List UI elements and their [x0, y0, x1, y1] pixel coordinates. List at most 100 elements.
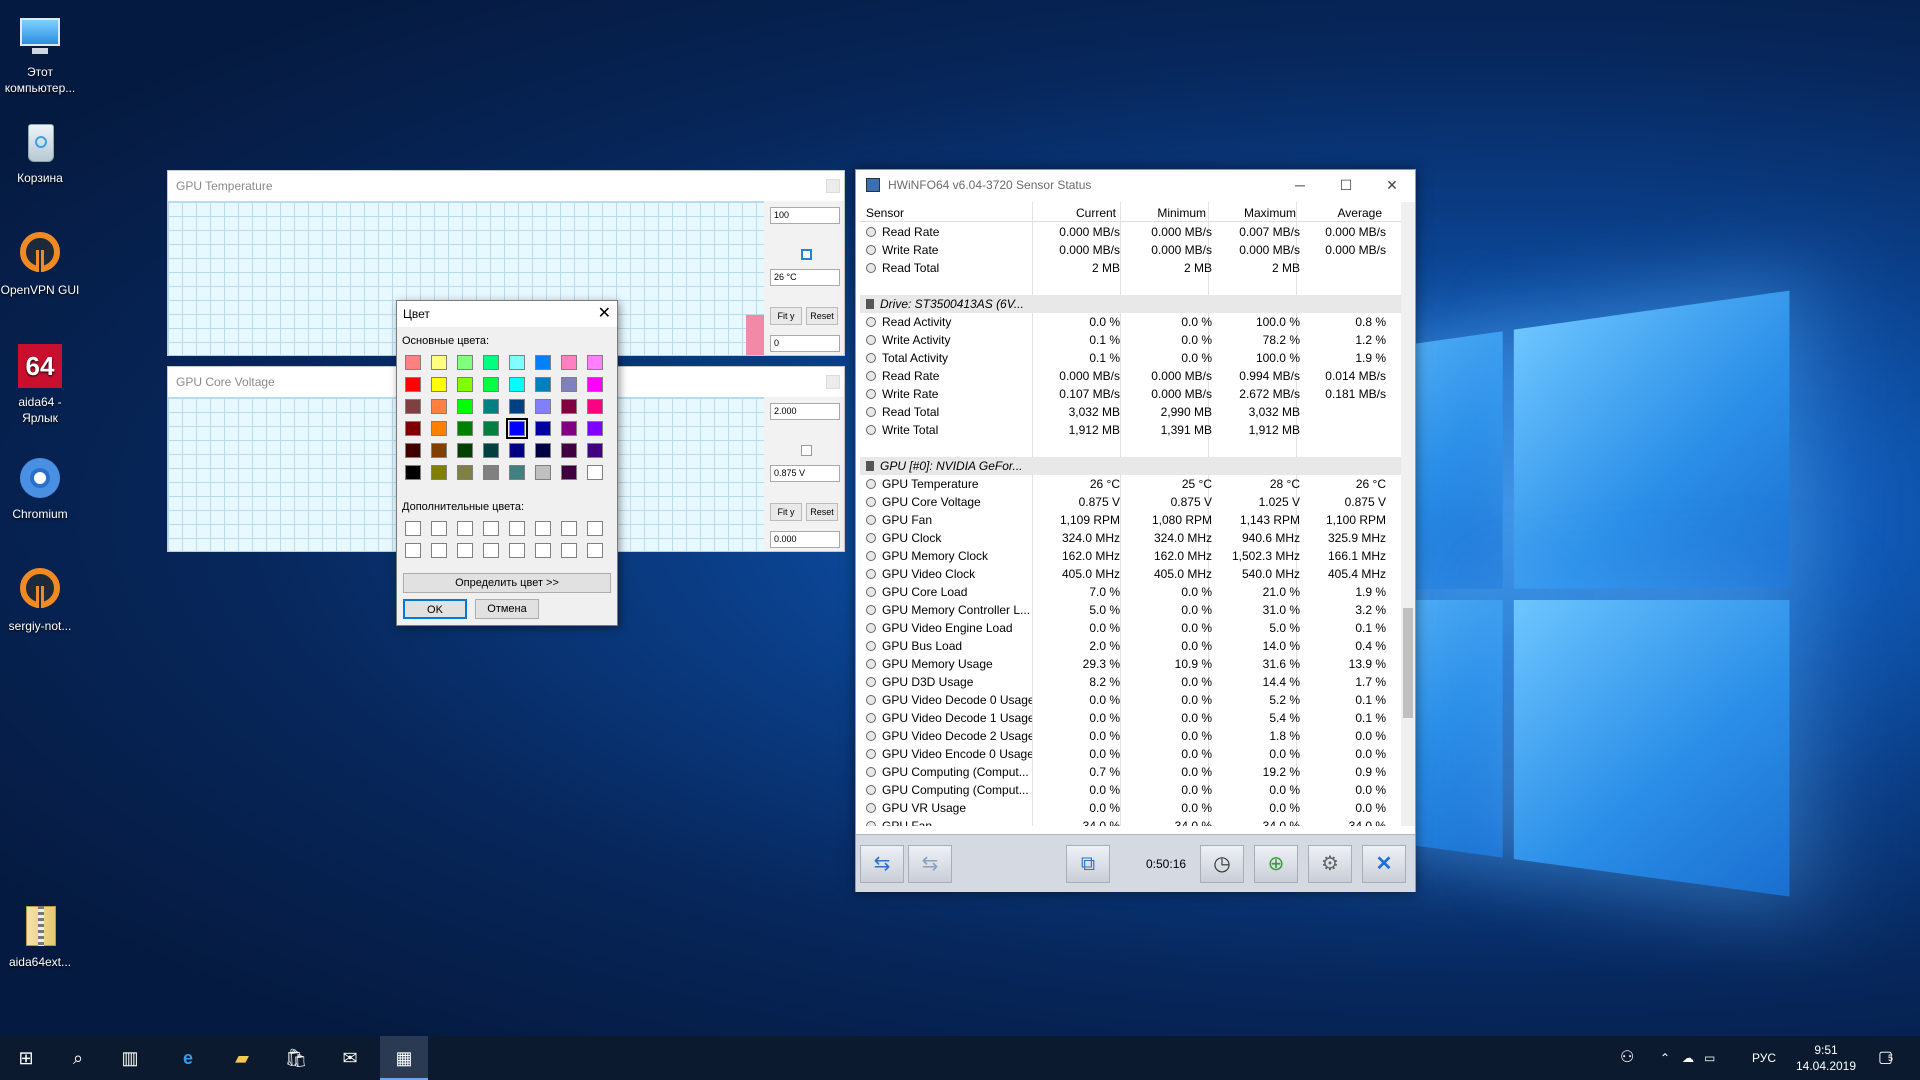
custom-color-swatch[interactable]: [535, 543, 551, 558]
color-swatch[interactable]: [561, 421, 577, 436]
log-file-button[interactable]: ⊕: [1254, 845, 1298, 883]
color-swatch[interactable]: [483, 355, 499, 370]
color-swatch[interactable]: [535, 465, 551, 480]
series-color-swatch[interactable]: [801, 445, 812, 456]
color-swatch[interactable]: [587, 421, 603, 436]
language-indicator[interactable]: РУС: [1752, 1036, 1776, 1080]
color-swatch[interactable]: [457, 377, 473, 392]
mail-button[interactable]: ✉: [326, 1036, 374, 1080]
notifications-button[interactable]: ▢ 5: [1878, 1036, 1893, 1080]
color-swatch[interactable]: [457, 355, 473, 370]
store-button[interactable]: 🛍: [272, 1036, 320, 1080]
color-swatch[interactable]: [483, 421, 499, 436]
settings-button[interactable]: ⚙: [1308, 845, 1352, 883]
color-swatch[interactable]: [431, 421, 447, 436]
sensor-row[interactable]: GPU Video Decode 2 Usage 0.0 % 0.0 % 1.8 % 0…: [860, 727, 1401, 745]
search-button[interactable]: ⌕: [54, 1036, 102, 1080]
custom-color-swatch[interactable]: [483, 521, 499, 536]
start-button[interactable]: ⊞: [2, 1036, 50, 1080]
sensor-row[interactable]: GPU Fan 34.0 % 34.0 % 34.0 % 34.0 %: [860, 817, 1401, 826]
sensor-row[interactable]: GPU VR Usage 0.0 % 0.0 % 0.0 % 0.0 %: [860, 799, 1401, 817]
task-view-button[interactable]: ▥: [106, 1036, 154, 1080]
close-icon[interactable]: [826, 179, 840, 193]
scrollbar-thumb[interactable]: [1403, 608, 1413, 718]
color-swatch[interactable]: [457, 443, 473, 458]
custom-color-swatch[interactable]: [535, 521, 551, 536]
color-swatch[interactable]: [457, 421, 473, 436]
clock-button[interactable]: ◷: [1200, 845, 1244, 883]
color-swatch[interactable]: [405, 443, 421, 458]
color-swatch[interactable]: [405, 377, 421, 392]
sensor-row[interactable]: GPU Bus Load 2.0 % 0.0 % 14.0 % 0.4 %: [860, 637, 1401, 655]
color-swatch[interactable]: [561, 355, 577, 370]
sensor-row[interactable]: Write Rate 0.000 MB/s 0.000 MB/s 0.000 MB/s…: [860, 241, 1401, 259]
color-swatch[interactable]: [535, 421, 551, 436]
color-swatch[interactable]: [431, 377, 447, 392]
color-swatch[interactable]: [509, 399, 525, 414]
sensor-row[interactable]: GPU Video Decode 0 Usage 0.0 % 0.0 % 5.2 % 0…: [860, 691, 1401, 709]
color-swatch[interactable]: [587, 465, 603, 480]
sensor-row[interactable]: Total Activity 0.1 % 0.0 % 100.0 % 1.9 %: [860, 349, 1401, 367]
sensor-row[interactable]: GPU Memory Controller L... 5.0 % 0.0 % 31.0…: [860, 601, 1401, 619]
desktop-icon-aida64[interactable]: 64 aida64 - Ярлык: [0, 336, 80, 426]
max-field[interactable]: 2.000: [770, 403, 840, 420]
sensor-row[interactable]: Read Rate 0.000 MB/s 0.000 MB/s 0.994 MB/s 0…: [860, 367, 1401, 385]
close-sensors-button[interactable]: ✕: [1362, 845, 1406, 883]
column-header-current[interactable]: Current: [1046, 206, 1116, 220]
minimize-button[interactable]: ─: [1277, 170, 1323, 200]
color-swatch[interactable]: [431, 465, 447, 480]
color-swatch[interactable]: [535, 355, 551, 370]
custom-color-swatch[interactable]: [561, 543, 577, 558]
sensor-row[interactable]: GPU Temperature 26 °C 25 °C 28 °C 26 °C: [860, 475, 1401, 493]
custom-color-swatch[interactable]: [561, 521, 577, 536]
sensor-row[interactable]: Read Activity 0.0 % 0.0 % 100.0 % 0.8 %: [860, 313, 1401, 331]
custom-color-swatch[interactable]: [405, 543, 421, 558]
color-swatch[interactable]: [561, 399, 577, 414]
color-swatch[interactable]: [535, 377, 551, 392]
color-swatch[interactable]: [509, 377, 525, 392]
sensor-row[interactable]: GPU Core Voltage 0.875 V 0.875 V 1.025 V 0.8…: [860, 493, 1401, 511]
color-swatch[interactable]: [405, 399, 421, 414]
custom-color-swatch[interactable]: [457, 521, 473, 536]
close-icon[interactable]: ✕: [598, 301, 611, 327]
color-swatch[interactable]: [587, 355, 603, 370]
color-swatch[interactable]: [509, 421, 525, 436]
min-field[interactable]: 0: [770, 335, 840, 352]
hwinfo-taskbar-button[interactable]: ▦: [380, 1036, 428, 1080]
sensor-row[interactable]: GPU Computing (Comput... 0.0 % 0.0 % 0.0 % 0…: [860, 781, 1401, 799]
arrows-button[interactable]: ⇆: [860, 845, 904, 883]
color-swatch[interactable]: [561, 377, 577, 392]
fit-y-button[interactable]: Fit y: [770, 307, 802, 325]
color-swatch[interactable]: [561, 443, 577, 458]
sensor-row[interactable]: GPU Memory Usage 29.3 % 10.9 % 31.6 % 13.9 %: [860, 655, 1401, 673]
column-header-minimum[interactable]: Minimum: [1136, 206, 1206, 220]
color-swatch[interactable]: [431, 443, 447, 458]
sensor-row[interactable]: Read Total 3,032 MB 2,990 MB 3,032 MB: [860, 403, 1401, 421]
edge-button[interactable]: e: [164, 1036, 212, 1080]
color-swatch[interactable]: [483, 377, 499, 392]
sensor-row[interactable]: Read Rate 0.000 MB/s 0.000 MB/s 0.007 MB/s 0…: [860, 223, 1401, 241]
sensor-row[interactable]: GPU Clock 324.0 MHz 324.0 MHz 940.6 MHz 325.…: [860, 529, 1401, 547]
arrows-disabled-button[interactable]: ⇆: [908, 845, 952, 883]
network-icon[interactable]: ▭: [1704, 1036, 1715, 1080]
max-field[interactable]: 100: [770, 207, 840, 224]
vertical-scrollbar[interactable]: [1401, 202, 1415, 826]
color-swatch[interactable]: [587, 377, 603, 392]
color-swatch[interactable]: [431, 399, 447, 414]
close-button[interactable]: ✕: [1369, 170, 1415, 200]
custom-color-swatch[interactable]: [483, 543, 499, 558]
custom-color-swatch[interactable]: [587, 521, 603, 536]
ok-button[interactable]: OK: [403, 599, 467, 619]
color-swatch[interactable]: [587, 399, 603, 414]
color-swatch[interactable]: [535, 399, 551, 414]
sensor-group-row[interactable]: Drive: ST3500413AS (6V...: [860, 295, 1401, 313]
network-button[interactable]: ⧉: [1066, 845, 1110, 883]
sensor-row[interactable]: Write Rate 0.107 MB/s 0.000 MB/s 2.672 MB/s…: [860, 385, 1401, 403]
series-color-swatch[interactable]: [801, 249, 812, 260]
reset-button[interactable]: Reset: [806, 503, 838, 521]
color-swatch[interactable]: [431, 355, 447, 370]
custom-color-swatch[interactable]: [509, 543, 525, 558]
color-swatch[interactable]: [561, 465, 577, 480]
column-header-average[interactable]: Average: [1310, 206, 1382, 220]
tray-expand-icon[interactable]: ⌃: [1660, 1036, 1670, 1080]
